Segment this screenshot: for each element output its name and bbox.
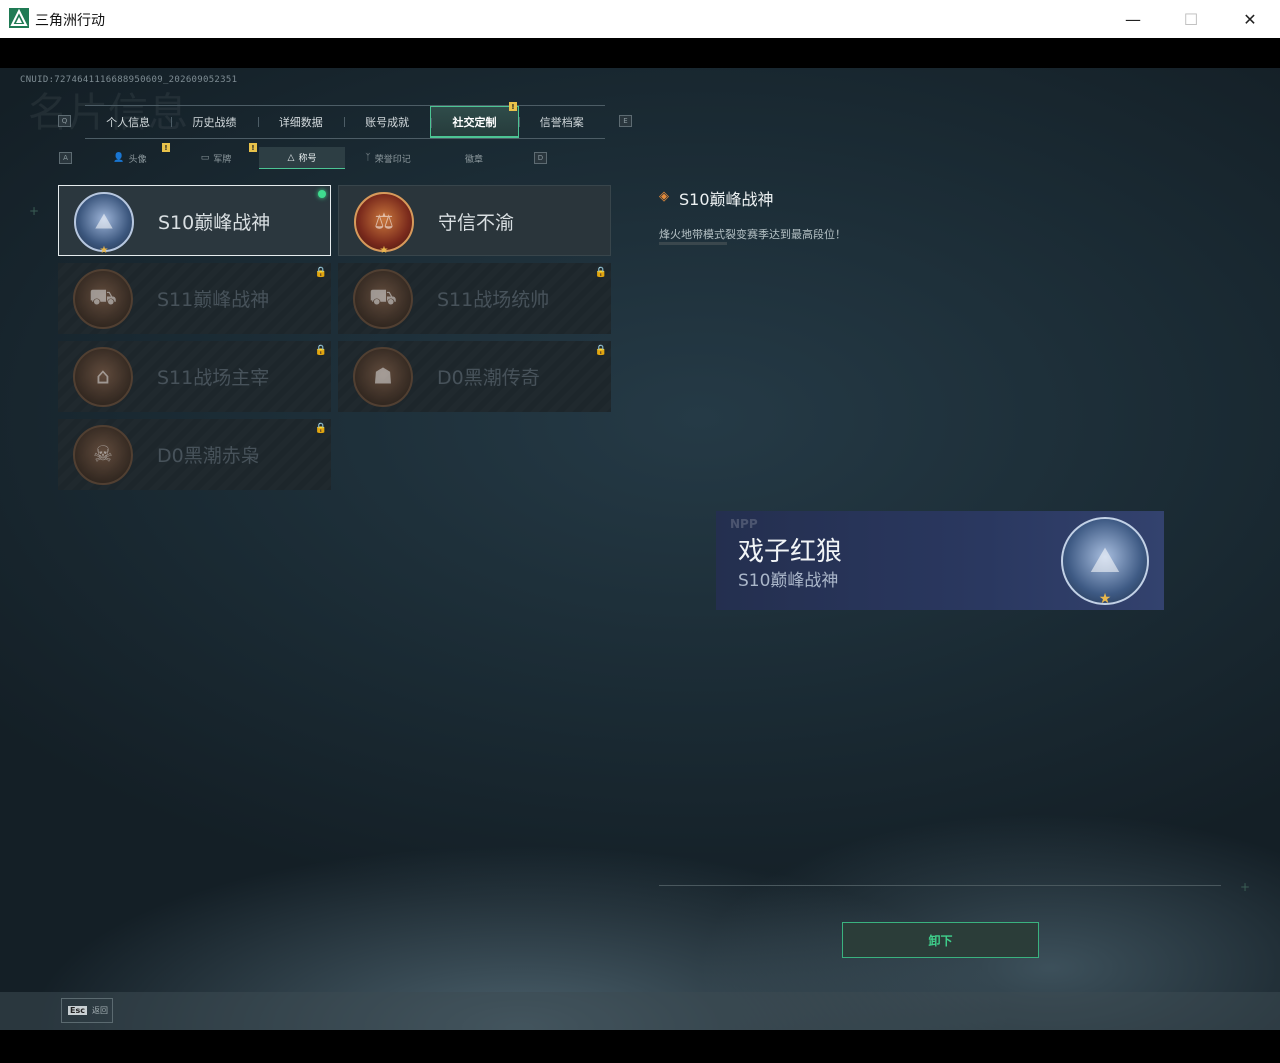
dogtag-icon: ▭ xyxy=(200,153,210,163)
lock-icon: 🔒 xyxy=(594,267,607,278)
next-tab-key[interactable]: E xyxy=(619,115,632,127)
player-uid: CNUID:7274641116688950609_20260905235​1 xyxy=(20,75,238,85)
medal-icon: ⛟ xyxy=(73,269,133,329)
lock-icon: 🔒 xyxy=(594,345,607,356)
maximize-button[interactable]: ☐ xyxy=(1162,0,1220,38)
app-logo-icon xyxy=(9,8,29,28)
title-diamond-icon: ◈ xyxy=(659,189,669,204)
subtab-avatar[interactable]: 👤 头像 xyxy=(87,147,173,169)
medal-icon: ⛰ ★ xyxy=(1061,517,1149,607)
crosshair-decoration: + xyxy=(29,204,40,218)
title-card-label: 守信不渝 xyxy=(438,212,515,234)
sub-tabs: 👤 头像 ▭ 军牌 △ 称号 ᛉ 荣誉印记 徽章 xyxy=(87,147,517,169)
close-button[interactable]: ✕ xyxy=(1221,0,1279,38)
prev-tab-key[interactable]: Q xyxy=(58,115,71,127)
person-icon: 👤 xyxy=(113,153,125,163)
prev-subtab-key[interactable]: A xyxy=(59,152,72,164)
title-card-label: S11战场统帅 xyxy=(437,289,550,311)
preview-title-text: S10巅峰战神 xyxy=(738,571,839,591)
next-subtab-key[interactable]: D xyxy=(534,152,547,164)
honor-icon: ᛉ xyxy=(365,153,371,163)
detail-description: 烽火地带模式裂变赛季达到最高段位！ xyxy=(659,228,846,241)
tab-achievements[interactable]: 账号成就 xyxy=(343,106,430,138)
subtab-label: 头像 xyxy=(128,154,147,165)
title-card-label: S10巅峰战神 xyxy=(158,212,271,234)
tab-detailed-stats[interactable]: 详细数据 xyxy=(257,106,344,138)
main-tabs: 个人信息 历史战绩 详细数据 账号成就 社交定制 信誉档案 xyxy=(85,105,605,139)
unequip-button[interactable]: 卸下 xyxy=(842,922,1039,958)
medal-icon: ⌂ xyxy=(73,347,133,407)
lock-icon: 🔒 xyxy=(314,423,327,434)
medal-icon: ☗ xyxy=(353,347,413,407)
title-card-label: D0黑潮赤枭 xyxy=(157,445,260,467)
crosshair-decoration: + xyxy=(1240,880,1251,894)
subtab-title[interactable]: △ 称号 xyxy=(259,147,345,169)
tab-personal-info[interactable]: 个人信息 xyxy=(85,106,171,138)
back-label: 返回 xyxy=(91,1006,108,1015)
new-badge-icon: ! xyxy=(509,102,517,111)
medal-icon: ☠ xyxy=(73,425,133,485)
tab-social-customization[interactable]: 社交定制 xyxy=(430,106,519,138)
equipped-indicator xyxy=(318,190,326,198)
subtab-honor-mark[interactable]: ᛉ 荣誉印记 xyxy=(345,147,431,169)
title-card[interactable]: ⚖ ★ 守信不渝 xyxy=(338,185,611,256)
back-button[interactable]: Esc 返回 xyxy=(61,998,113,1023)
tab-match-history[interactable]: 历史战绩 xyxy=(171,106,257,138)
window-title: 三角洲行动 xyxy=(35,13,105,29)
title-card-label: S11战场主宰 xyxy=(157,367,270,389)
title-card[interactable]: ⛟ S11战场统帅 🔒 xyxy=(338,263,611,334)
subtab-label: 称号 xyxy=(298,154,317,164)
subtab-badge[interactable]: 徽章 xyxy=(431,147,517,169)
lock-icon: 🔒 xyxy=(314,267,327,278)
medal-icon: ⚖ ★ xyxy=(354,192,414,255)
title-preview-card: NPP 戏子红狼 S10巅峰战神 ⛰ ★ xyxy=(716,511,1164,610)
title-card-label: D0黑潮传奇 xyxy=(437,367,540,389)
letterbox-top xyxy=(0,38,1280,68)
tab-credit-record[interactable]: 信誉档案 xyxy=(518,106,605,138)
footer-bar xyxy=(0,992,1280,1030)
detail-title: S10巅峰战神 xyxy=(679,190,774,209)
esc-key-icon: Esc xyxy=(68,1006,87,1015)
medal-icon: ⛟ xyxy=(353,269,413,329)
window-titlebar: 三角洲行动 — ☐ ✕ xyxy=(0,0,1280,38)
subtab-label: 徽章 xyxy=(464,154,483,165)
title-card[interactable]: ☗ D0黑潮传奇 🔒 xyxy=(338,341,611,412)
medal-icon: ⛰ ★ xyxy=(74,192,134,255)
title-card[interactable]: ☠ D0黑潮赤枭 🔒 xyxy=(58,419,331,490)
subtab-dogtag[interactable]: ▭ 军牌 xyxy=(173,147,259,169)
new-badge-icon: ! xyxy=(249,143,257,152)
new-badge-icon: ! xyxy=(162,143,170,152)
preview-watermark: NPP xyxy=(730,517,758,531)
divider xyxy=(659,885,1221,886)
title-card-label: S11巅峰战神 xyxy=(157,289,270,311)
letterbox-bottom xyxy=(0,1030,1280,1063)
subtab-label: 荣誉印记 xyxy=(374,154,411,165)
title-card[interactable]: ⛟ S11巅峰战神 🔒 xyxy=(58,263,331,334)
title-card[interactable]: ⌂ S11战场主宰 🔒 xyxy=(58,341,331,412)
title-card[interactable]: ⛰ ★ S10巅峰战神 xyxy=(58,185,331,256)
lock-icon: 🔒 xyxy=(314,345,327,356)
preview-player-name: 戏子红狼 xyxy=(738,537,843,567)
detail-divider xyxy=(659,242,727,245)
title-icon: △ xyxy=(287,152,295,163)
game-viewport: 名片信息 CNUID:7274641116688950609_202609052… xyxy=(0,68,1280,1030)
minimize-button[interactable]: — xyxy=(1104,0,1162,38)
subtab-label: 军牌 xyxy=(213,154,232,165)
